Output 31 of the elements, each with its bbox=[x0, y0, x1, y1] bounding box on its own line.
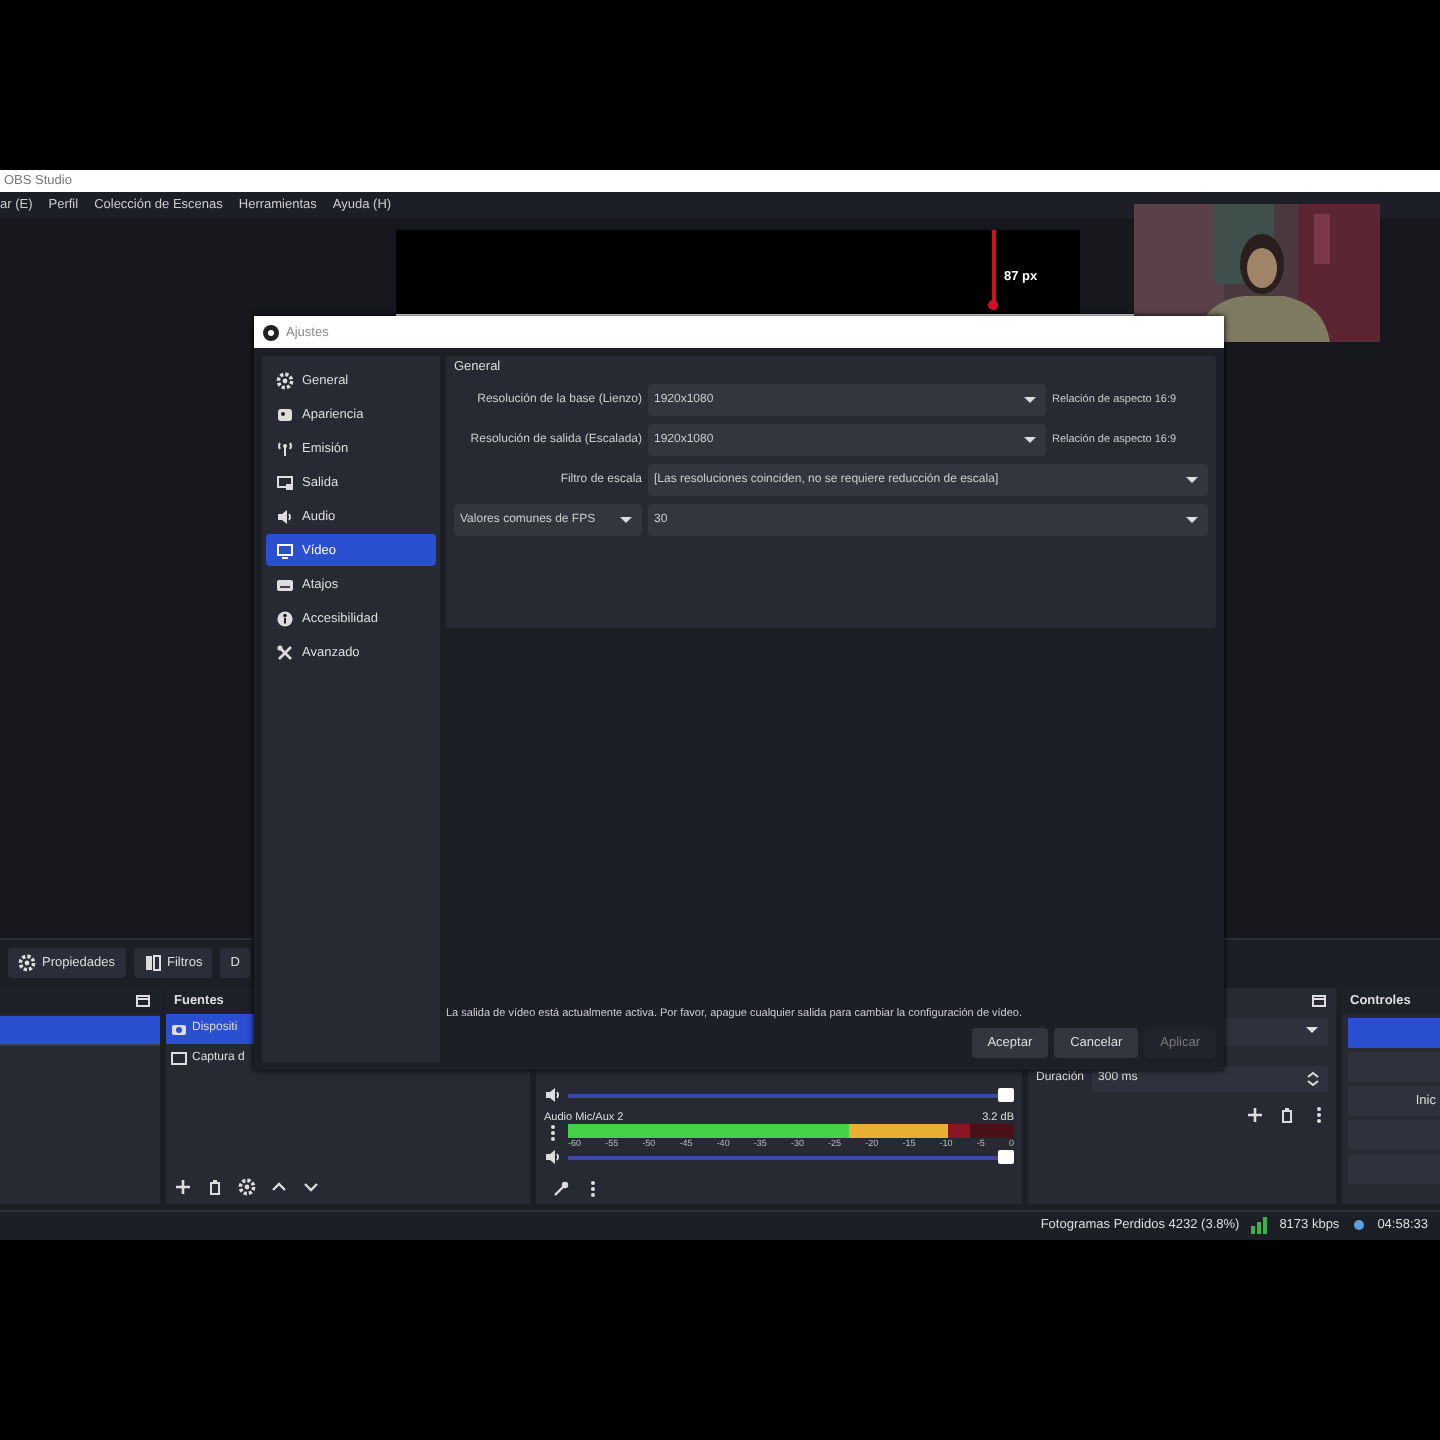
caret-icon bbox=[1184, 511, 1202, 529]
down-icon[interactable] bbox=[302, 1178, 320, 1197]
caret-icon bbox=[1184, 471, 1202, 489]
signal-icon bbox=[1249, 1216, 1270, 1235]
add-icon[interactable] bbox=[174, 1178, 192, 1197]
float-icon[interactable] bbox=[1310, 991, 1328, 1010]
float-icon[interactable] bbox=[134, 991, 152, 1010]
gear-icon bbox=[276, 371, 294, 389]
spinner-arrows-icon bbox=[1304, 1069, 1322, 1088]
speaker-icon[interactable] bbox=[544, 1086, 562, 1105]
antenna-icon bbox=[276, 439, 294, 457]
add-icon[interactable] bbox=[1246, 1106, 1264, 1125]
measure-handle bbox=[988, 299, 998, 310]
caret-icon bbox=[1022, 431, 1040, 449]
volume-slider[interactable] bbox=[568, 1093, 1014, 1098]
monitor-icon bbox=[170, 1049, 188, 1068]
keyboard-icon bbox=[276, 575, 294, 593]
gear-icon bbox=[18, 954, 36, 973]
volume-slider[interactable] bbox=[568, 1155, 1014, 1160]
speaker-icon[interactable] bbox=[544, 1148, 562, 1167]
filter-icon bbox=[143, 954, 161, 973]
monitor-icon bbox=[276, 473, 294, 491]
speaker-icon bbox=[276, 507, 294, 525]
trash-icon[interactable] bbox=[206, 1178, 224, 1197]
monitor-icon bbox=[276, 541, 294, 559]
caret-icon bbox=[618, 511, 636, 529]
trash-icon[interactable] bbox=[1278, 1106, 1296, 1125]
caret-icon bbox=[1022, 391, 1040, 409]
settings-icon[interactable] bbox=[238, 1178, 256, 1197]
app-icon bbox=[262, 323, 280, 341]
broadcast-icon bbox=[1349, 1216, 1368, 1235]
